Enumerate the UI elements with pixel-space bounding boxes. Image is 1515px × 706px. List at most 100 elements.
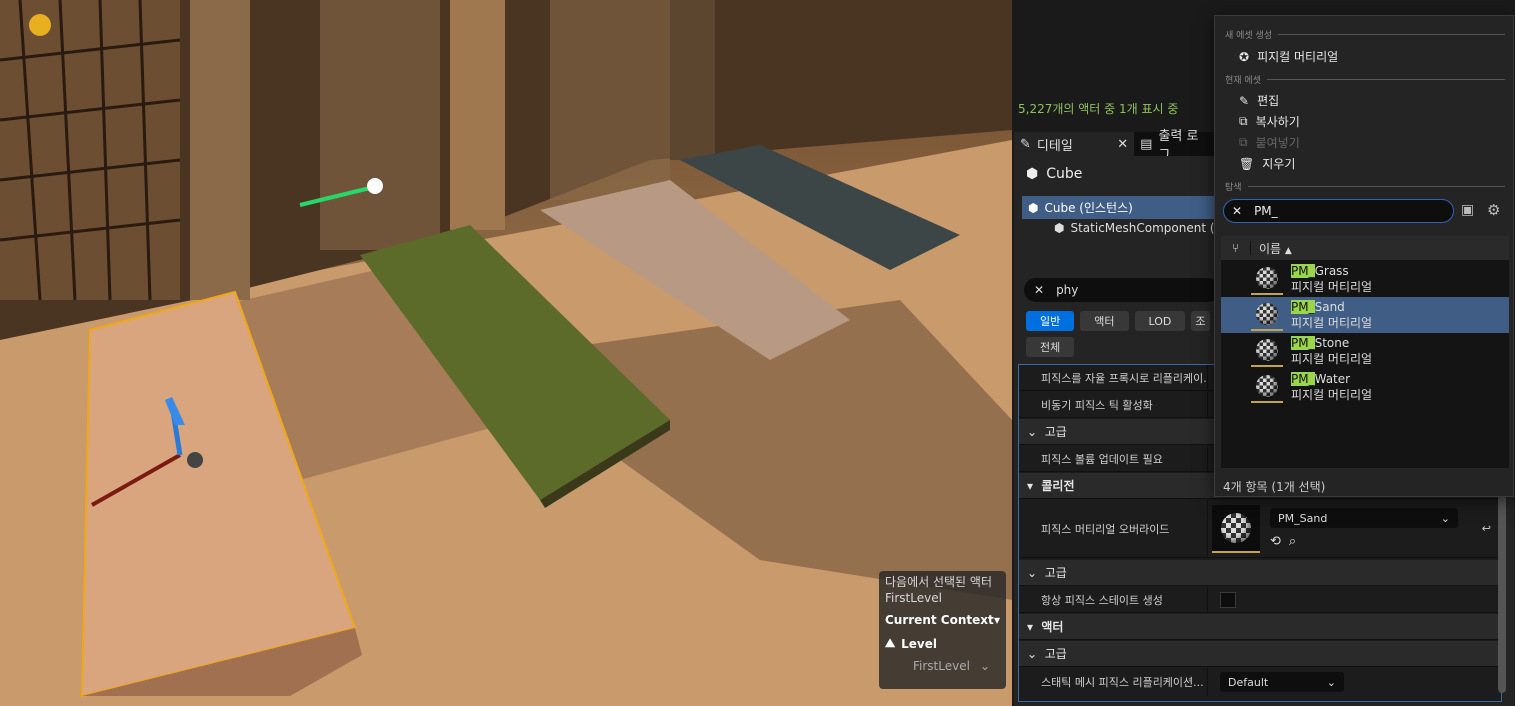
asset-type: 피지컬 머티리얼 <box>1291 280 1373 294</box>
asset-name: Grass <box>1314 264 1349 278</box>
asset-name: Sand <box>1314 300 1345 314</box>
match-highlight: PM_ <box>1291 300 1315 314</box>
folder-icon[interactable]: ▣ <box>1461 202 1474 218</box>
always-state-checkbox[interactable] <box>1220 591 1236 608</box>
clear-search-icon[interactable]: ✕ <box>1232 204 1242 218</box>
output-log-icon: ▤ <box>1140 136 1153 152</box>
name-column-header[interactable]: 이름 ▲ <box>1251 240 1292 257</box>
category-text: 고급 <box>1044 647 1067 661</box>
asset-row[interactable]: PM_Stone 피지컬 머티리얼 <box>1221 333 1509 369</box>
use-selected-icon[interactable]: ⟲ <box>1270 534 1281 549</box>
asset-row[interactable]: PM_Grass 피지컬 머티리얼 <box>1221 261 1509 297</box>
asset-type: 피지컬 머티리얼 <box>1291 316 1373 330</box>
level-viewport[interactable]: 다음에서 선택된 액터 FirstLevel Current Context ▾… <box>0 0 1012 706</box>
asset-type: 피지컬 머티리얼 <box>1291 352 1373 366</box>
source-icon[interactable]: ⑂ <box>1221 241 1251 255</box>
material-thumbnail <box>1251 299 1283 331</box>
filter-actor-button[interactable]: 액터 <box>1080 311 1129 331</box>
prop-value: PM_Sand ⌄ ⟲ ⌕ ↩ <box>1207 500 1501 557</box>
prop-label: 피직스 머티리얼 오버라이드 <box>1041 522 1170 536</box>
cube-icon: ⬢ <box>1028 200 1039 215</box>
material-ball-icon <box>1256 339 1278 361</box>
level-value: FirstLevel <box>913 659 970 673</box>
prop-value: Default ⌄ <box>1207 668 1501 696</box>
material-ball-icon <box>1256 267 1278 289</box>
match-highlight: PM_ <box>1291 264 1315 278</box>
asset-text: PM_Grass 피지컬 머티리얼 <box>1291 263 1372 295</box>
material-ball-icon <box>1256 375 1278 397</box>
copy-item[interactable]: ⧉ 복사하기 <box>1239 113 1300 130</box>
section-label: 새 에셋 생성 <box>1225 31 1273 41</box>
menu-item-label: 피지컬 머티리얼 <box>1257 50 1339 64</box>
tab-details-label: 디테일 <box>1036 138 1073 154</box>
category-advanced[interactable]: ⌄ 고급 <box>1019 641 1501 667</box>
edit-item[interactable]: ✎ 편집 <box>1239 92 1279 109</box>
category-label: ⌄ 고급 <box>1027 566 1067 580</box>
tab-output-log[interactable]: ▤ 출력 로그 <box>1134 129 1214 163</box>
level-selector[interactable]: FirstLevel ⌄ <box>885 659 1000 673</box>
sort-ascending-icon: ▲ <box>1284 245 1292 256</box>
level-label: Level <box>901 636 937 651</box>
combo-value: Default <box>1228 675 1269 689</box>
prop-label: 비동기 피직스 틱 활성화 <box>1041 398 1153 412</box>
pencil-icon: ✎ <box>1020 136 1031 152</box>
physical-material-icon: ✪ <box>1239 49 1250 64</box>
replication-mode-combo[interactable]: Default ⌄ <box>1220 672 1344 692</box>
tab-details[interactable]: ✎ 디테일 ✕ <box>1014 132 1135 156</box>
material-thumbnail <box>1251 371 1283 403</box>
menu-item-label: 복사하기 <box>1255 115 1300 129</box>
category-actor[interactable]: ▾ 액터 <box>1019 614 1501 640</box>
filter-buttons: 일반 액터 LOD 조 전체 <box>1026 311 1216 357</box>
component-row-static-mesh[interactable]: ⬢ StaticMeshComponent ( <box>1054 221 1215 235</box>
section-label: 탐색 <box>1225 183 1242 193</box>
details-search-input[interactable]: ✕ phy <box>1024 278 1220 302</box>
paste-item[interactable]: ⧉ 붙여넣기 <box>1239 134 1300 151</box>
category-label: ⌄ 고급 <box>1027 425 1067 439</box>
category-label: ⌄ 고급 <box>1027 647 1067 661</box>
section-browse: 탐색 <box>1225 180 1505 193</box>
delete-item[interactable]: 🗑 지우기 <box>1239 155 1295 172</box>
asset-row-selected[interactable]: PM_Sand 피지컬 머티리얼 <box>1221 297 1509 333</box>
object-name: Cube <box>1046 166 1083 182</box>
gear-icon[interactable]: ⚙ <box>1487 201 1500 219</box>
close-tab-icon[interactable]: ✕ <box>1117 137 1128 152</box>
context-level-name: FirstLevel <box>885 591 942 605</box>
asset-search-input[interactable]: ✕ PM_ <box>1223 199 1454 223</box>
category-advanced[interactable]: ⌄ 고급 <box>1019 560 1501 586</box>
reset-to-default-icon[interactable]: ↩ <box>1482 522 1491 535</box>
copy-icon: ⧉ <box>1239 114 1248 128</box>
search-value: PM_ <box>1254 204 1278 218</box>
filter-all-button[interactable]: 전체 <box>1026 337 1075 357</box>
component-row-instance[interactable]: ⬢ Cube (인스턴스) <box>1022 196 1218 219</box>
filter-misc-button[interactable]: 조 <box>1191 311 1210 331</box>
material-picker: PM_Sand ⌄ ⟲ ⌕ <box>1270 508 1458 549</box>
material-ball-icon <box>1256 303 1278 325</box>
level-icon: ⛰ <box>885 636 896 650</box>
section-label: 현재 에셋 <box>1225 76 1261 86</box>
clear-search-icon[interactable]: ✕ <box>1034 283 1044 297</box>
details-object-title: ⬢ Cube <box>1026 166 1082 182</box>
current-context-label: Current Context <box>885 613 994 627</box>
category-text: 고급 <box>1044 425 1067 439</box>
category-text: 콜리전 <box>1041 479 1075 493</box>
filter-lod-button[interactable]: LOD <box>1134 311 1186 331</box>
create-physical-material-item[interactable]: ✪ 피지컬 머티리얼 <box>1239 48 1338 65</box>
material-thumbnail <box>1251 335 1283 367</box>
filter-general-button[interactable]: 일반 <box>1026 311 1075 331</box>
actor-count-text: 5,227개의 액터 중 1개 표시 중 <box>1018 102 1179 116</box>
material-thumbnail[interactable] <box>1212 504 1260 553</box>
material-thumbnail <box>1251 263 1283 295</box>
section-current-asset: 현재 에셋 <box>1225 73 1505 86</box>
asset-picker-menu: 새 에셋 생성 ✪ 피지컬 머티리얼 현재 에셋 ✎ 편집 ⧉ 복사하기 ⧉ 붙… <box>1214 15 1514 497</box>
material-combo-value: PM_Sand <box>1278 511 1328 525</box>
chevron-down-icon: ⌄ <box>1440 511 1450 525</box>
material-combo[interactable]: PM_Sand ⌄ <box>1270 508 1458 528</box>
cube-icon: ⬢ <box>1026 166 1039 182</box>
current-context-dropdown[interactable]: Current Context ▾ <box>885 613 1000 627</box>
menu-item-label: 편집 <box>1257 94 1280 108</box>
asset-row[interactable]: PM_Water 피지컬 머티리얼 <box>1221 369 1509 405</box>
prop-row: 스태틱 메시 피직스 리플리케이션... Default ⌄ <box>1019 668 1501 696</box>
browse-icon[interactable]: ⌕ <box>1289 534 1296 549</box>
category-text: 고급 <box>1044 566 1067 580</box>
asset-name: Stone <box>1314 336 1350 350</box>
